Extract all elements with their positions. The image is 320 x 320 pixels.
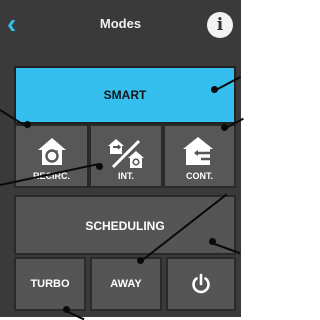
- callout-dot-int: [96, 163, 103, 170]
- power-icon: [192, 273, 210, 294]
- away-label: AWAY: [110, 278, 142, 290]
- callout-dot-smart: [211, 86, 218, 93]
- callout-dot-away: [137, 257, 144, 264]
- page-title: Modes: [99, 16, 142, 31]
- cont-label: CONT.: [186, 171, 213, 181]
- turbo-label: TURBO: [30, 278, 70, 290]
- away-button[interactable]: AWAY: [90, 257, 162, 311]
- house-intermittent-icon: [108, 139, 144, 169]
- smart-mode-button[interactable]: SMART: [14, 66, 236, 124]
- house-recirculate-icon: [37, 138, 66, 165]
- power-button[interactable]: [166, 257, 236, 311]
- int-label: INT.: [117, 171, 134, 181]
- callout-dot-recirc: [24, 121, 31, 128]
- house-continuous-icon: [182, 137, 216, 165]
- info-icon[interactable]: i: [207, 12, 233, 38]
- smart-label: SMART: [103, 88, 147, 102]
- scheduling-button[interactable]: SCHEDULING: [14, 195, 236, 255]
- callout-dot-turbo: [63, 306, 70, 313]
- callout-dot-cont: [221, 124, 228, 131]
- turbo-button[interactable]: TURBO: [14, 257, 86, 311]
- int-mode-button[interactable]: INT.: [89, 124, 163, 188]
- scheduling-label: SCHEDULING: [85, 219, 165, 233]
- cont-mode-button[interactable]: CONT.: [163, 124, 236, 188]
- callout-dot-power: [209, 238, 216, 245]
- header-bar: ‹ Modes i: [0, 0, 241, 52]
- phone-screen: ‹ Modes i SMART RECIRC. INT. CONT. SCHED…: [0, 0, 244, 320]
